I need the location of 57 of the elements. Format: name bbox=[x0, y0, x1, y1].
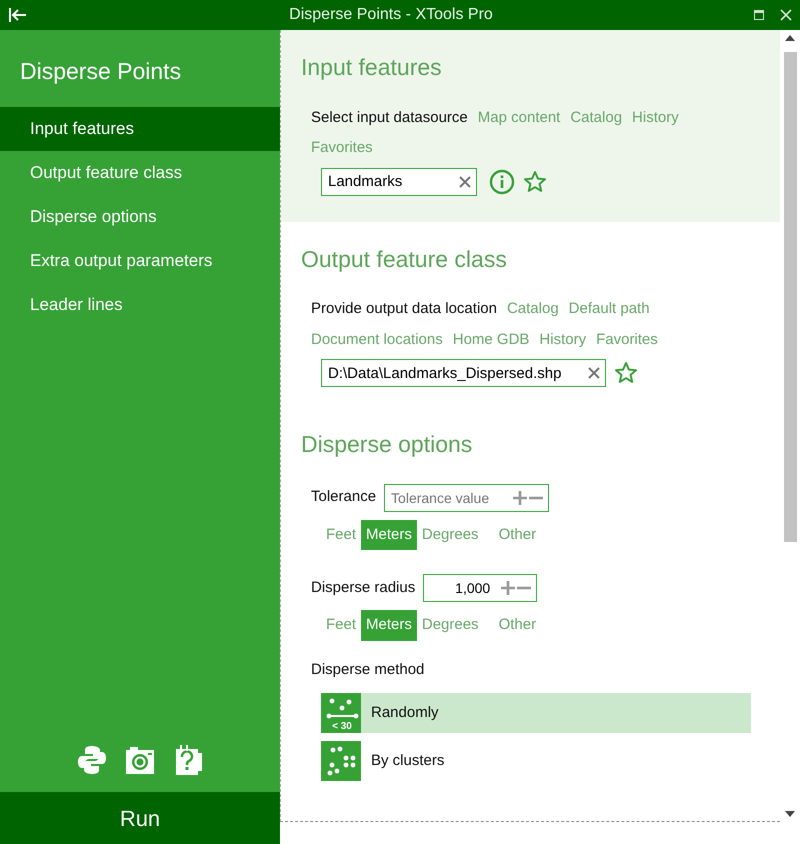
close-icon[interactable] bbox=[780, 9, 792, 21]
method-option[interactable]: By clusters bbox=[321, 741, 751, 781]
unit-tab[interactable]: Other bbox=[494, 520, 542, 550]
field-label: Tolerance bbox=[311, 487, 376, 508]
field-label: Disperse method bbox=[310, 660, 426, 680]
window-title: Disperse Points - XTools Pro bbox=[289, 5, 493, 25]
sidebar-item[interactable]: Leader lines bbox=[0, 282, 280, 326]
unit-tab[interactable]: Feet bbox=[321, 610, 362, 640]
source-link[interactable]: Catalog bbox=[570, 106, 622, 129]
field-label: Select input datasource bbox=[311, 108, 468, 128]
unit-tab[interactable]: Degrees bbox=[416, 610, 484, 640]
run-button[interactable]: Run bbox=[0, 792, 280, 844]
info-icon[interactable] bbox=[489, 168, 515, 194]
sidebar-item[interactable]: Disperse options bbox=[0, 194, 280, 238]
unit-tab[interactable]: Meters bbox=[361, 520, 417, 550]
collapse-icon[interactable] bbox=[8, 7, 28, 23]
sidebar-item[interactable]: Input features bbox=[0, 106, 280, 150]
source-link[interactable]: Favorites bbox=[311, 137, 373, 160]
sidebar-item[interactable]: Extra output parameters bbox=[0, 238, 280, 282]
section-title: Disperse options bbox=[301, 430, 474, 459]
method-option[interactable]: < 30 Randomly bbox=[321, 693, 751, 733]
source-link[interactable]: Home GDB bbox=[452, 328, 530, 351]
cluster-points-icon bbox=[321, 741, 361, 781]
path-field[interactable]: Landmarks bbox=[321, 168, 477, 196]
clear-icon[interactable] bbox=[459, 176, 471, 188]
plus-icon[interactable] bbox=[501, 581, 516, 595]
path-field[interactable]: D:\Data\Landmarks_Dispersed.shp bbox=[321, 359, 606, 387]
random-points-icon: < 30 bbox=[321, 693, 361, 733]
number-field[interactable]: Tolerance value bbox=[384, 484, 550, 512]
source-link[interactable]: Map content bbox=[478, 106, 560, 129]
source-link[interactable]: Catalog bbox=[506, 298, 559, 320]
number-field[interactable]: 1,000 bbox=[423, 574, 538, 602]
python-icon[interactable] bbox=[76, 744, 108, 776]
unit-tab[interactable]: Other bbox=[494, 610, 542, 640]
scroll-down-icon[interactable] bbox=[785, 810, 795, 818]
star-icon[interactable] bbox=[614, 361, 638, 385]
plus-icon[interactable] bbox=[513, 490, 528, 504]
source-link[interactable]: Document locations bbox=[311, 328, 443, 351]
sidebar-title: Disperse Points bbox=[19, 57, 182, 86]
unit-tab[interactable]: Feet bbox=[321, 520, 362, 550]
field-label: Disperse radius bbox=[311, 578, 416, 598]
unit-tab[interactable]: Degrees bbox=[416, 520, 484, 550]
camera-icon[interactable] bbox=[124, 744, 156, 776]
clear-icon[interactable] bbox=[588, 367, 600, 379]
source-link[interactable]: History bbox=[632, 106, 679, 129]
sidebar-item[interactable]: Output feature class bbox=[0, 150, 280, 194]
field-label: Provide output data location bbox=[311, 299, 497, 319]
star-icon[interactable] bbox=[523, 170, 547, 194]
maximize-icon[interactable] bbox=[754, 10, 764, 20]
scrollbar-thumb[interactable] bbox=[784, 52, 796, 542]
scroll-up-icon[interactable] bbox=[785, 34, 795, 42]
section-title: Input features bbox=[301, 53, 443, 82]
source-link[interactable]: Default path bbox=[568, 298, 650, 320]
unit-tab[interactable]: Meters bbox=[361, 610, 417, 640]
source-link[interactable]: Favorites bbox=[596, 328, 658, 351]
section-title: Output feature class bbox=[301, 244, 508, 274]
source-link[interactable]: History bbox=[539, 328, 586, 351]
